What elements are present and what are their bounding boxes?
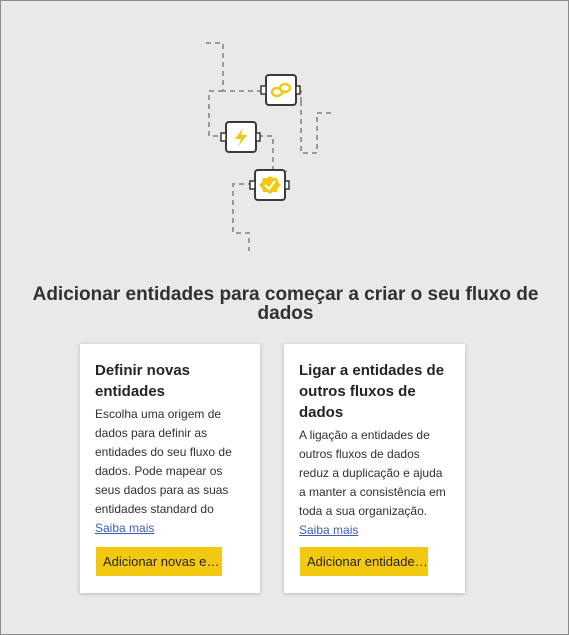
- learn-more-link[interactable]: Saiba mais: [95, 521, 154, 536]
- link-entities-card: Ligar a entidades de outros fluxos de da…: [284, 344, 465, 593]
- link-icon: [260, 74, 301, 106]
- card-title: Definir novas entidades: [95, 362, 191, 400]
- empty-state-headline: Adicionar entidades para começar a criar…: [32, 284, 539, 324]
- learn-more-link[interactable]: Saiba mais: [299, 523, 358, 538]
- card-title: Ligar a entidades de outros fluxos de da…: [299, 362, 445, 421]
- add-new-entities-button[interactable]: Adicionar novas e…: [96, 547, 222, 576]
- card-description: Escolha uma origem de dados para definir…: [95, 407, 232, 516]
- lightning-icon: [220, 121, 261, 153]
- card-description: A ligação a entidades de outros fluxos d…: [299, 428, 446, 518]
- dataflow-illustration: [206, 42, 335, 251]
- certified-badge-icon: [249, 169, 290, 201]
- dataflow-empty-state-panel: Adicionar entidades para começar a criar…: [0, 0, 569, 635]
- define-new-entities-card: Definir novas entidades Escolha uma orig…: [80, 344, 260, 593]
- add-linked-entities-button[interactable]: Adicionar entidade…: [300, 547, 428, 576]
